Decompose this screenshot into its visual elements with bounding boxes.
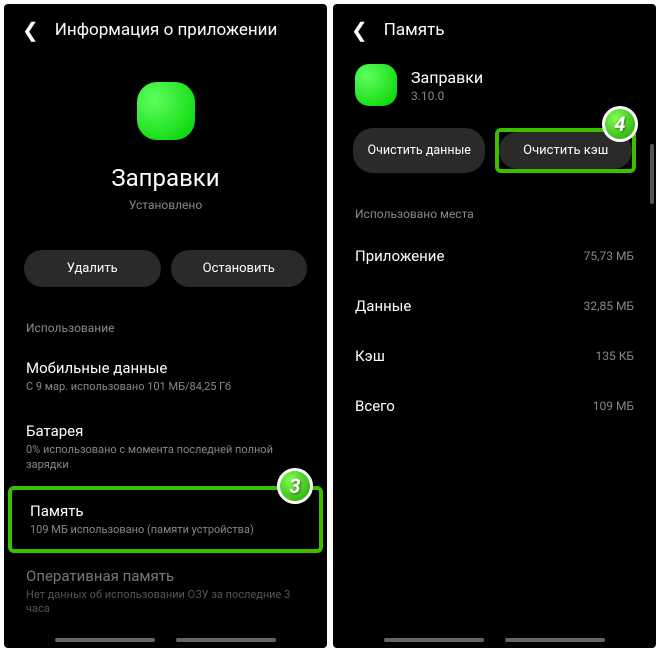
mobile-data-row[interactable]: Мобильные данные С 9 мар. использовано 1…	[4, 345, 327, 408]
usage-total-row: Всего 109 МБ	[341, 381, 648, 431]
scrollbar[interactable]	[650, 144, 654, 204]
header: ❮ Память	[333, 4, 656, 52]
battery-row[interactable]: Батарея 0% использовано с момента послед…	[4, 408, 327, 486]
app-row: Заправки 3.10.0	[333, 52, 656, 112]
usage-app-row: Приложение 75,73 МБ	[341, 231, 648, 281]
usage-data-value: 32,85 МБ	[584, 299, 634, 313]
nav-pill[interactable]	[505, 638, 605, 642]
section-used-label: Использовано места	[333, 191, 656, 231]
memory-sub: 109 МБ использовано (памяти устройства)	[30, 523, 301, 537]
usage-total-value: 109 МБ	[593, 399, 634, 413]
page-title: Информация о приложении	[55, 20, 278, 40]
nav-pill[interactable]	[384, 638, 484, 642]
screen-storage: ❮ Память Заправки 3.10.0 Очистить данные…	[333, 4, 656, 648]
usage-cache-row: Кэш 135 КБ	[341, 331, 648, 381]
force-stop-button[interactable]: Остановить	[171, 250, 308, 287]
back-icon[interactable]: ❮	[22, 18, 39, 42]
action-buttons: Удалить Остановить	[4, 232, 327, 305]
ram-sub: Нет данных об использовании ОЗУ за после…	[26, 588, 305, 617]
clear-buttons: Очистить данные 4 Очистить кэш	[333, 112, 656, 191]
app-hero: Заправки Установлено	[4, 52, 327, 232]
nav-pill[interactable]	[55, 638, 155, 642]
app-name: Заправки	[111, 164, 219, 192]
memory-title: Память	[30, 502, 301, 520]
app-status: Установлено	[129, 198, 202, 212]
usage-data-row: Данные 32,85 МБ	[341, 281, 648, 331]
clear-data-button[interactable]: Очистить данные	[353, 128, 485, 173]
usage-list: Приложение 75,73 МБ Данные 32,85 МБ Кэш …	[333, 231, 656, 431]
memory-row-highlight: 3 Память 109 МБ использовано (памяти уст…	[8, 486, 323, 553]
ram-title: Оперативная память	[26, 567, 305, 585]
usage-total-label: Всего	[355, 397, 395, 415]
battery-title: Батарея	[26, 422, 305, 440]
app-version: 3.10.0	[411, 89, 483, 103]
nav-pill[interactable]	[176, 638, 276, 642]
ram-row[interactable]: Оперативная память Нет данных об использ…	[4, 553, 327, 631]
mobile-data-sub: С 9 мар. использовано 101 МБ/84,25 Гб	[26, 380, 305, 394]
app-name: Заправки	[411, 68, 483, 87]
screen-app-info: ❮ Информация о приложении Заправки Устан…	[4, 4, 327, 648]
usage-app-value: 75,73 МБ	[584, 249, 634, 263]
mobile-data-title: Мобильные данные	[26, 359, 305, 377]
nav-bar	[4, 638, 327, 642]
nav-bar	[333, 638, 656, 642]
page-title: Память	[384, 20, 445, 40]
usage-data-label: Данные	[355, 297, 411, 315]
app-icon	[355, 64, 397, 106]
step-badge-3: 3	[277, 468, 313, 504]
uninstall-button[interactable]: Удалить	[24, 250, 161, 287]
clear-cache-highlight: 4 Очистить кэш	[495, 128, 636, 173]
section-usage-label: Использование	[4, 305, 327, 345]
app-icon	[137, 82, 195, 140]
usage-app-label: Приложение	[355, 247, 444, 265]
header: ❮ Информация о приложении	[4, 4, 327, 52]
step-badge-4: 4	[602, 106, 638, 142]
memory-row[interactable]: Память 109 МБ использовано (памяти устро…	[12, 490, 319, 549]
usage-cache-value: 135 КБ	[596, 349, 634, 363]
usage-cache-label: Кэш	[355, 347, 385, 365]
back-icon[interactable]: ❮	[351, 18, 368, 42]
battery-sub: 0% использовано с момента последней полн…	[26, 443, 305, 472]
